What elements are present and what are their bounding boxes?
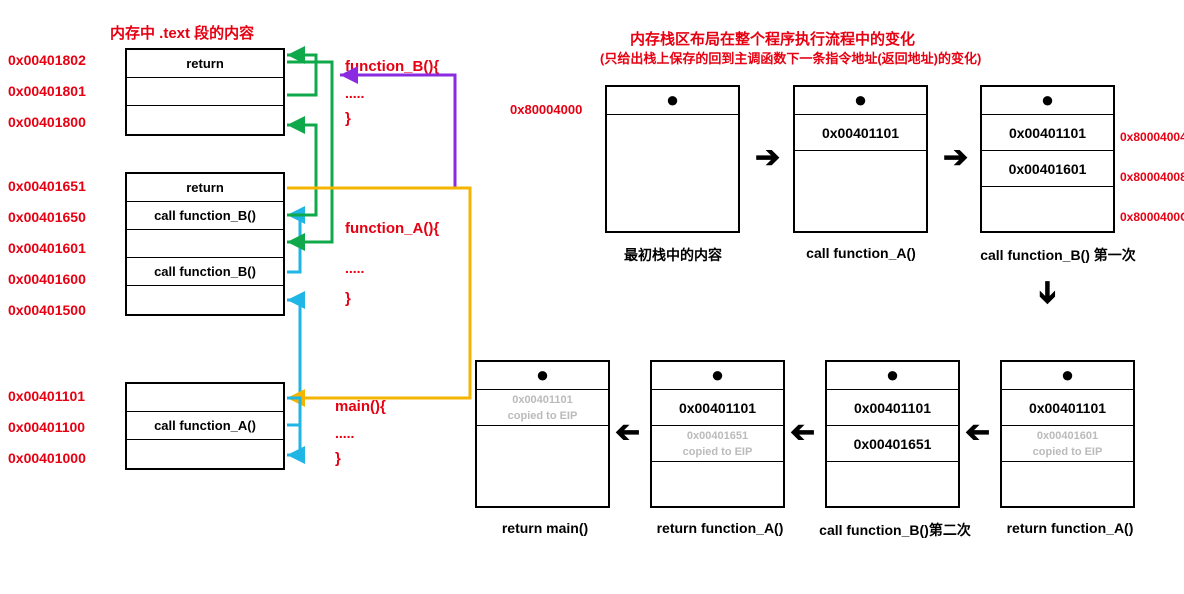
stack-dot: ● [607,87,738,115]
func-b-dots: ..... [345,85,364,101]
main-dots: ..... [335,425,354,441]
stack-dot: ● [827,362,958,390]
stack-ret-a1: ● 0x00401101 0x00401601 copied to EIP [1000,360,1135,508]
stack-dot: ● [1002,362,1133,390]
arrow-right-icon: ➔ [943,140,968,175]
text-row [127,78,283,106]
stack-ret-a2: ● 0x00401101 0x00401651 copied to EIP [650,360,785,508]
stack-subtitle: (只给出栈上保存的回到主调函数下一条指令地址(返回地址)的变化) [600,48,981,67]
stack-call-a: ● 0x00401101 [793,85,928,233]
stack-dot: ● [477,362,608,390]
main-sig: main(){ [335,398,386,415]
stack-dot: ● [982,87,1113,115]
stack-caption: return function_A() [990,520,1150,536]
text-block-a: return call function_B() call function_B… [125,172,285,316]
stack-row: 0x00401101 [795,115,926,151]
stack-ghost: 0x00401101 copied to EIP [477,390,608,426]
text-segment-title: 内存中 .text 段的内容 [110,22,254,43]
text-row [127,384,283,412]
text-row [127,230,283,258]
stack-ghost: 0x00401601 copied to EIP [1002,426,1133,462]
addr: 0x00401100 [8,419,118,435]
arrow-down-icon: ➔ [1030,280,1065,305]
text-row: return [127,174,283,202]
text-row: return [127,50,283,78]
addr: 0x00401650 [8,209,118,225]
text-block-main: call function_A() [125,382,285,470]
stack-caption: call function_B()第二次 [815,520,975,540]
func-b-close: } [345,110,351,127]
addr: 0x00401500 [8,302,118,318]
stack-initial: ● [605,85,740,233]
stack-ghost: 0x00401651 copied to EIP [652,426,783,462]
side-addr: 0x80004004 [1120,130,1184,144]
stack-dot: ● [795,87,926,115]
text-row: call function_B() [127,202,283,230]
func-a-close: } [345,290,351,307]
stack-caption: call function_B() 第一次 [968,245,1148,265]
text-row [127,440,283,468]
arrow-right-icon: ➔ [755,140,780,175]
stack-call-b2: ● 0x00401101 0x00401651 [825,360,960,508]
text-row [127,106,283,134]
stack-ret-main: ● 0x00401101 copied to EIP [475,360,610,508]
addr: 0x00401800 [8,114,118,130]
stack-top-addr: 0x80004000 [510,102,582,117]
stack-dot: ● [652,362,783,390]
stack-caption: call function_A() [786,245,936,261]
func-a-sig: function_A(){ [345,220,439,237]
stack-caption: return function_A() [640,520,800,536]
stack-title: 内存栈区布局在整个程序执行流程中的变化 [630,28,915,49]
main-close: } [335,450,341,467]
addr: 0x00401000 [8,450,118,466]
stack-row: 0x00401101 [827,390,958,426]
stack-row: 0x00401601 [982,151,1113,187]
stack-row: 0x00401101 [982,115,1113,151]
stack-caption: return main() [465,520,625,536]
side-addr: 0x8000400C [1120,210,1184,224]
text-block-b: return [125,48,285,136]
addr: 0x00401601 [8,240,118,256]
addr: 0x00401600 [8,271,118,287]
stack-caption: 最初栈中的内容 [598,245,748,265]
stack-row: 0x00401101 [1002,390,1133,426]
text-row [127,286,283,314]
func-b-sig: function_B(){ [345,58,439,75]
text-row: call function_B() [127,258,283,286]
arrow-left-icon: ➔ [615,415,640,450]
side-addr: 0x80004008 [1120,170,1184,184]
arrow-left-icon: ➔ [965,415,990,450]
stack-call-b1: ● 0x00401101 0x00401601 [980,85,1115,233]
text-row: call function_A() [127,412,283,440]
func-a-dots: ..... [345,260,364,276]
addr: 0x00401101 [8,388,118,404]
stack-row: 0x00401651 [827,426,958,462]
arrow-left-icon: ➔ [790,415,815,450]
addr: 0x00401651 [8,178,118,194]
addr: 0x00401801 [8,83,118,99]
stack-row: 0x00401101 [652,390,783,426]
addr: 0x00401802 [8,52,118,68]
